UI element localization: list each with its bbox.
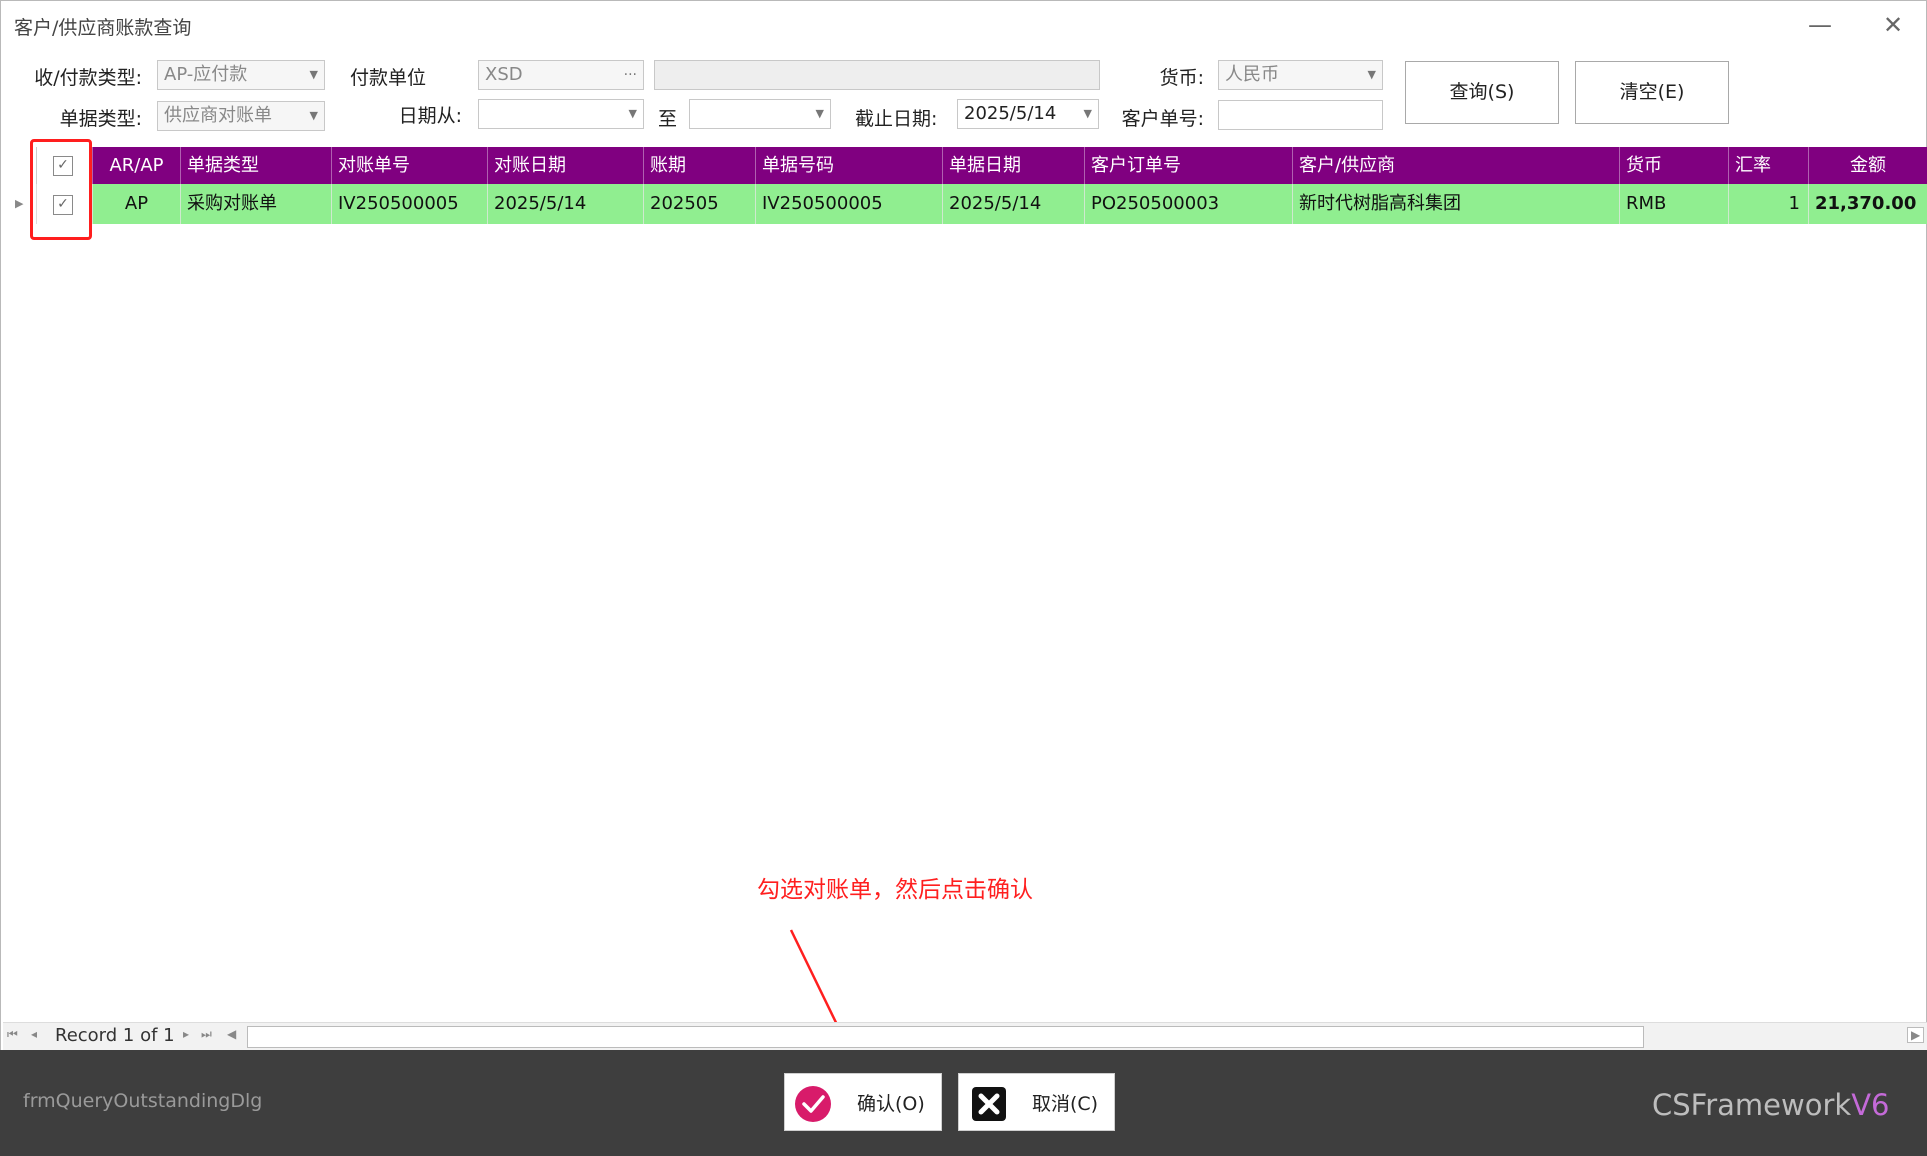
cancel-button[interactable]: 取消(C) bbox=[958, 1073, 1115, 1131]
currency-select[interactable]: 人民币 ▼ bbox=[1218, 60, 1383, 90]
horizontal-scrollbar[interactable] bbox=[247, 1026, 1644, 1048]
cell-currency[interactable]: RMB bbox=[1620, 184, 1729, 224]
currency-value: 人民币 bbox=[1225, 64, 1279, 85]
chevron-down-icon: ▼ bbox=[815, 107, 824, 120]
ellipsis-icon[interactable]: ··· bbox=[624, 61, 637, 89]
grid-navigator: ⏮ ◂ Record 1 of 1 ▸ ⏭ ◀ ▶ bbox=[3, 1022, 1927, 1050]
pay-unit-code-field[interactable]: XSD ··· bbox=[478, 60, 644, 90]
prev-record-icon[interactable]: ◂ bbox=[31, 1027, 37, 1041]
cutoff-date-input[interactable]: 2025/5/14 ▼ bbox=[957, 99, 1099, 129]
check-circle-icon bbox=[795, 1086, 831, 1122]
column-header[interactable]: 对账单号 bbox=[332, 147, 488, 184]
form-name: frmQueryOutstandingDlg bbox=[23, 1090, 263, 1112]
next-record-icon[interactable]: ▸ bbox=[183, 1027, 189, 1041]
cell-supplier[interactable]: 新时代树脂高科集团 bbox=[1293, 184, 1620, 224]
customer-no-label: 客户单号: bbox=[1121, 108, 1204, 130]
chevron-down-icon: ▼ bbox=[628, 107, 637, 120]
brand-main-text: CSFramework bbox=[1652, 1088, 1852, 1122]
cancel-button-label: 取消(C) bbox=[1032, 1093, 1099, 1115]
doc-type-label: 单据类型: bbox=[59, 108, 142, 130]
confirm-button-label: 确认(O) bbox=[857, 1093, 925, 1115]
minimize-button[interactable]: — bbox=[1800, 8, 1840, 42]
date-from-input[interactable]: ▼ bbox=[478, 99, 644, 129]
chevron-down-icon: ▼ bbox=[309, 68, 318, 81]
cutoff-date-label: 截止日期: bbox=[855, 108, 938, 130]
last-record-icon[interactable]: ⏭ bbox=[201, 1027, 212, 1042]
cell-statement-date[interactable]: 2025/5/14 bbox=[488, 184, 644, 224]
column-header[interactable]: 账期 bbox=[644, 147, 756, 184]
column-header[interactable]: 单据号码 bbox=[756, 147, 943, 184]
doc-type-select[interactable]: 供应商对账单 ▼ bbox=[157, 101, 325, 131]
checkbox-highlight-box bbox=[30, 139, 92, 240]
cell-doc-date[interactable]: 2025/5/14 bbox=[943, 184, 1085, 224]
column-header[interactable]: 货币 bbox=[1620, 147, 1729, 184]
cell-ar-ap[interactable]: AP bbox=[93, 184, 181, 224]
cell-doc-type[interactable]: 采购对账单 bbox=[181, 184, 332, 224]
close-button[interactable]: ✕ bbox=[1873, 8, 1913, 42]
column-header[interactable]: 客户/供应商 bbox=[1293, 147, 1620, 184]
column-header[interactable]: 对账日期 bbox=[488, 147, 644, 184]
scroll-right-icon[interactable]: ▶ bbox=[1907, 1027, 1925, 1043]
cell-customer-order-no[interactable]: PO250500003 bbox=[1085, 184, 1293, 224]
query-button[interactable]: 查询(S) bbox=[1405, 61, 1559, 124]
date-from-label: 日期从: bbox=[398, 105, 462, 127]
currency-label: 货币: bbox=[1159, 67, 1204, 89]
chevron-down-icon: ▼ bbox=[309, 109, 318, 122]
pay-unit-name-field bbox=[654, 60, 1100, 90]
column-header[interactable]: 汇率 bbox=[1729, 147, 1809, 184]
date-to-label: 至 bbox=[658, 108, 678, 130]
cell-period[interactable]: 202505 bbox=[644, 184, 756, 224]
scroll-left-icon[interactable]: ◀ bbox=[227, 1027, 236, 1041]
cell-amount[interactable]: 21,370.00 bbox=[1809, 184, 1927, 224]
brand-version-text: V6 bbox=[1851, 1088, 1890, 1122]
brand-logo: CSFrameworkV6 bbox=[1652, 1088, 1890, 1122]
confirm-button[interactable]: 确认(O) bbox=[784, 1073, 942, 1131]
column-header[interactable]: 客户订单号 bbox=[1085, 147, 1293, 184]
pay-type-label: 收/付款类型: bbox=[34, 67, 142, 89]
close-icon bbox=[972, 1087, 1006, 1121]
cell-exchange-rate[interactable]: 1 bbox=[1729, 184, 1809, 224]
cell-statement-no[interactable]: IV250500005 bbox=[332, 184, 488, 224]
column-header[interactable]: 单据日期 bbox=[943, 147, 1085, 184]
date-to-input[interactable]: ▼ bbox=[689, 99, 831, 129]
pay-type-value: AP-应付款 bbox=[164, 64, 248, 85]
grid-header: ✓ AR/AP 单据类型 对账单号 对账日期 账期 单据号码 单据日期 客户订单… bbox=[3, 147, 1927, 184]
record-indicator: Record 1 of 1 bbox=[55, 1025, 175, 1046]
customer-no-input[interactable] bbox=[1218, 100, 1383, 130]
chevron-down-icon: ▼ bbox=[1367, 68, 1376, 81]
cell-doc-no[interactable]: IV250500005 bbox=[756, 184, 943, 224]
doc-type-value: 供应商对账单 bbox=[164, 105, 272, 126]
pay-unit-label: 付款单位 bbox=[350, 67, 427, 89]
pay-type-select[interactable]: AP-应付款 ▼ bbox=[157, 60, 325, 90]
cutoff-date-value: 2025/5/14 bbox=[964, 103, 1057, 124]
clear-button[interactable]: 清空(E) bbox=[1575, 61, 1729, 124]
chevron-down-icon: ▼ bbox=[1083, 107, 1092, 120]
annotation-text: 勾选对账单，然后点击确认 bbox=[757, 877, 1033, 903]
column-header[interactable]: 单据类型 bbox=[181, 147, 332, 184]
column-header[interactable]: AR/AP bbox=[93, 147, 181, 184]
window-title: 客户/供应商账款查询 bbox=[14, 17, 192, 39]
first-record-icon[interactable]: ⏮ bbox=[7, 1027, 18, 1042]
table-row[interactable]: ▶ ✓ AP 采购对账单 IV250500005 2025/5/14 20250… bbox=[3, 184, 1927, 224]
column-header[interactable]: 金额 bbox=[1809, 147, 1927, 184]
pay-unit-code-value: XSD bbox=[485, 64, 523, 85]
